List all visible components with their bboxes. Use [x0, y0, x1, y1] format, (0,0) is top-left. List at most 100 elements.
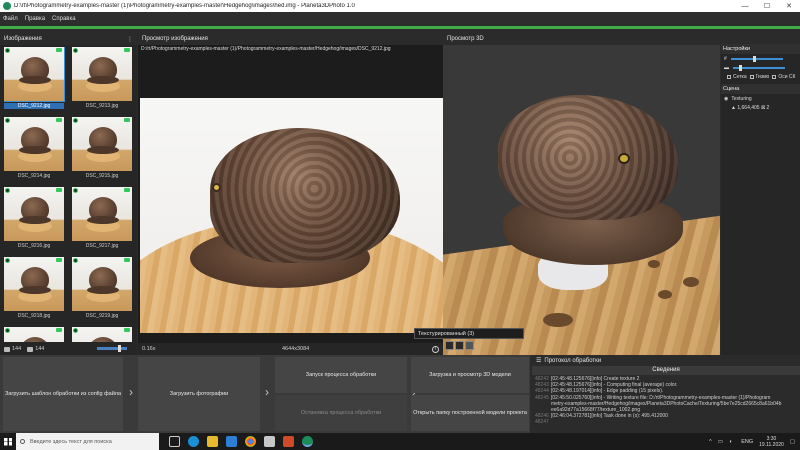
thumbnail[interactable]: DSC_9214.jpg: [4, 117, 64, 184]
hole-mark: [648, 260, 660, 268]
thumbnail-hedgehog: [89, 337, 117, 342]
info-icon[interactable]: i: [432, 345, 439, 353]
zoom-level: 0.16x: [142, 346, 156, 352]
arrow-icon: ›: [129, 385, 133, 399]
thumbnail-name: DSC_9213.jpg: [85, 103, 119, 109]
scene-stats: ▲ 1,664,405 ⊠ 2: [731, 104, 770, 111]
grid-checkbox[interactable]: [727, 74, 731, 79]
app-icon-red[interactable]: [283, 436, 294, 447]
language-indicator[interactable]: ENG: [741, 439, 753, 445]
mode-button-solid[interactable]: [445, 341, 454, 350]
hole-mark: [658, 290, 672, 299]
hole-mark: [543, 313, 573, 327]
edge-icon[interactable]: [188, 436, 199, 447]
hedgehog-photo[interactable]: [140, 98, 443, 333]
start-processing-button[interactable]: Запуск процесса обработки: [275, 357, 407, 393]
camera-size-slider[interactable]: [733, 64, 785, 71]
thumbnail[interactable]: DSC_9218.jpg: [4, 257, 64, 324]
explorer-icon[interactable]: [207, 436, 218, 447]
start-button[interactable]: [0, 433, 16, 450]
taskbar-search[interactable]: Введите здесь текст для поиска: [16, 433, 159, 450]
thumbnail[interactable]: [72, 327, 132, 342]
eye-icon[interactable]: ◉: [724, 96, 728, 102]
windows-icon: [4, 437, 12, 446]
camera-icon: [124, 188, 130, 192]
network-icon[interactable]: ▭: [718, 439, 723, 445]
image-icon: [4, 346, 10, 352]
chrome-icon[interactable]: [245, 436, 256, 447]
close-button[interactable]: ✕: [778, 2, 800, 10]
search-placeholder: Введите здесь текст для поиска: [30, 438, 112, 445]
app-icon-gray[interactable]: [264, 436, 275, 447]
camera-size-icon: ▬: [724, 64, 729, 71]
maximize-button[interactable]: ☐: [756, 2, 778, 10]
clock[interactable]: 3:30 19.11.2020: [759, 436, 784, 448]
thumbnail[interactable]: DSC_9213.jpg: [72, 47, 132, 114]
thumbnail-name: DSC_9217.jpg: [85, 243, 119, 249]
menu-edit[interactable]: Правка: [25, 16, 45, 22]
load-photos-button[interactable]: Загрузить фотографии: [138, 357, 260, 431]
settings-checks: Сетка Гизмо Оси СК: [721, 72, 800, 81]
thumbnail[interactable]: DSC_9219.jpg: [72, 257, 132, 324]
slider-knob[interactable]: [118, 345, 121, 352]
stop-processing-button[interactable]: Остановка процесса обработки: [275, 395, 407, 431]
window-title: D:\rt\Photogrammetry-examples-master (1)…: [14, 3, 355, 9]
mode-button-textured[interactable]: [465, 341, 474, 350]
menu-file[interactable]: Файл: [3, 16, 18, 22]
aligned-status-icon: [5, 258, 10, 263]
log-title: Протокол обработки: [544, 357, 602, 364]
search-icon: [20, 439, 25, 444]
menu-help[interactable]: Справка: [52, 16, 76, 22]
thumbnail-hedgehog: [87, 57, 119, 84]
thumbnail-name: DSC_9215.jpg: [85, 173, 119, 179]
task-view-icon[interactable]: [169, 436, 180, 447]
load-template-button[interactable]: Загрузить шаблон обработки из config фай…: [3, 357, 123, 431]
panel-menu-icon[interactable]: ⋮: [127, 36, 133, 43]
hedgehog-model: [498, 95, 678, 220]
tab-details[interactable]: Сведения: [532, 366, 800, 375]
thumbnail[interactable]: DSC_9215.jpg: [72, 117, 132, 184]
axes-checkbox[interactable]: [772, 74, 777, 79]
aligned-status-icon: [5, 328, 10, 333]
preview-panel-title: Просмотр изображения: [142, 36, 208, 42]
grid-size-slider[interactable]: [730, 55, 783, 62]
planeta3d-icon[interactable]: [302, 436, 313, 447]
tray-up-icon[interactable]: ^: [709, 439, 712, 445]
settings-slider-row: ▬: [721, 63, 800, 72]
aligned-status-icon: [5, 188, 10, 193]
app-window: D:\rt\Photogrammetry-examples-master (1)…: [0, 0, 800, 450]
volume-icon[interactable]: ◖: [729, 439, 732, 445]
thumbnail-size-slider[interactable]: [97, 347, 127, 350]
log-line-text: [02:46:04.372781][info] Task done in (s)…: [551, 413, 668, 420]
mode-button-wire[interactable]: [455, 341, 464, 350]
thumbnail-image: [4, 257, 64, 311]
camera-count: 144: [35, 346, 45, 352]
scene-title: Сцена: [723, 86, 740, 92]
thumbnail-hedgehog: [19, 57, 51, 84]
thumbnail-name: DSC_9219.jpg: [85, 313, 119, 319]
open-folder-button[interactable]: Открыть папку построенной модели проекта: [411, 395, 529, 431]
load-3d-button[interactable]: Загрузка и просмотр 3D модели: [411, 357, 529, 393]
clock-date: 19.11.2020: [759, 441, 784, 448]
hedgehog-body: [210, 128, 400, 263]
gizmo-label: Гизмо: [755, 73, 770, 80]
scene-item[interactable]: ◉ Texturing: [721, 94, 800, 103]
thumbnail[interactable]: DSC_9216.jpg: [4, 187, 64, 254]
image-count: 144: [12, 346, 22, 352]
3d-viewport[interactable]: [443, 45, 720, 355]
minimize-button[interactable]: —: [734, 3, 756, 10]
settings-title: Настройки: [723, 46, 750, 52]
mail-icon[interactable]: [226, 436, 237, 447]
thumbnail-image: [4, 117, 64, 171]
image-resolution: 4644x3084: [282, 346, 310, 352]
gizmo-checkbox[interactable]: [749, 74, 754, 79]
thumbnail-name: DSC_9214.jpg: [17, 173, 51, 179]
notifications-icon[interactable]: ▢: [790, 439, 795, 445]
thumbnail[interactable]: [4, 327, 64, 342]
workflow-bar: Загрузить шаблон обработки из config фай…: [0, 355, 530, 433]
thumbnail[interactable]: DSC_9212.jpg: [4, 47, 65, 114]
thumbnail-grid: DSC_9212.jpg DSC_9213.jpg DSC_9214.jpg DSC_…: [4, 47, 132, 342]
thumbnail[interactable]: DSC_9217.jpg: [72, 187, 132, 254]
render-mode-label[interactable]: Текстурированный (3): [414, 328, 524, 339]
aligned-status-icon: [73, 118, 78, 123]
